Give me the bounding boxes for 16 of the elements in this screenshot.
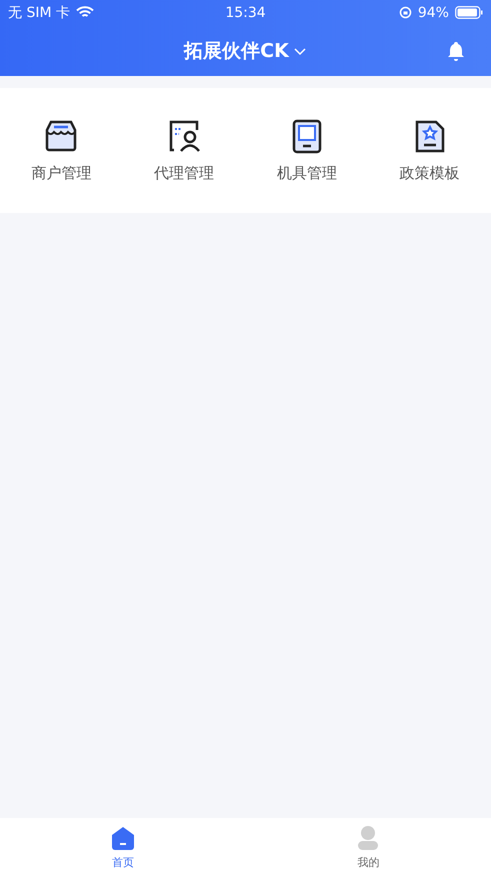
- menu-label[interactable]: 代理管理: [154, 164, 214, 183]
- bell-icon[interactable]: [446, 41, 466, 61]
- chevron-down-icon[interactable]: [292, 46, 307, 56]
- tab-label[interactable]: 我的: [357, 855, 380, 870]
- wifi-icon: [76, 6, 94, 19]
- page-title[interactable]: 拓展伙伴CK: [184, 38, 289, 64]
- battery-icon: [454, 6, 483, 19]
- shop-icon: [43, 118, 80, 154]
- carrier-text: 无 SIM 卡: [8, 4, 70, 22]
- clock-text: 15:34: [225, 4, 266, 20]
- menu-label[interactable]: 政策模板: [400, 164, 460, 183]
- battery-text: 94%: [418, 4, 449, 20]
- menu-label[interactable]: 机具管理: [276, 164, 337, 183]
- rotation-lock-icon: [398, 6, 412, 19]
- tab-label[interactable]: 首页: [112, 855, 134, 870]
- menu-label[interactable]: 商户管理: [31, 164, 92, 183]
